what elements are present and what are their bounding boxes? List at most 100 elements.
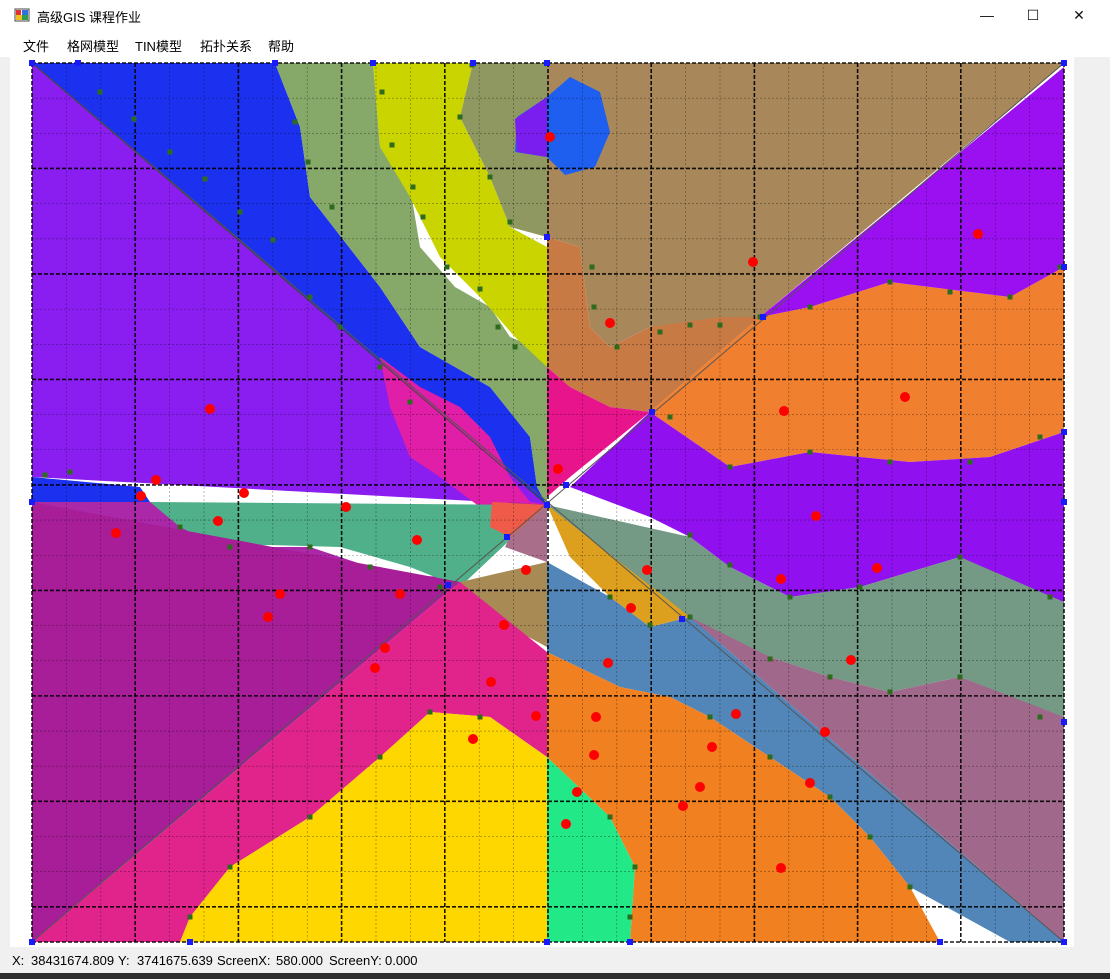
contour-node — [437, 584, 443, 590]
sample-point — [213, 516, 223, 526]
sample-point — [731, 709, 741, 719]
tin-vertex — [29, 60, 35, 66]
tin-vertex — [75, 60, 81, 66]
contour-node — [507, 219, 513, 225]
menu-grid-model[interactable]: 格网模型 — [67, 36, 119, 55]
contour-node — [707, 714, 713, 720]
menu-file[interactable]: 文件 — [23, 36, 49, 55]
contour-node — [727, 464, 733, 470]
contour-node — [1037, 434, 1043, 440]
contour-node — [787, 594, 793, 600]
menu-topology[interactable]: 拓扑关系 — [200, 36, 252, 55]
tin-vertex — [29, 939, 35, 945]
sample-point — [531, 711, 541, 721]
contour-node — [947, 289, 953, 295]
tin-vertex — [1061, 719, 1067, 725]
contour-node — [97, 89, 103, 95]
contour-node — [42, 472, 48, 478]
contour-node — [307, 294, 313, 300]
tin-vertex — [1061, 499, 1067, 505]
sample-point — [561, 819, 571, 829]
status-screenx-value: 580.000 — [276, 953, 323, 968]
contour-node — [727, 562, 733, 568]
taskbar-strip — [0, 973, 1110, 979]
contour-node — [887, 689, 893, 695]
sample-point — [205, 404, 215, 414]
contour-node — [614, 344, 620, 350]
status-screenx-label: ScreenX: — [217, 953, 271, 968]
contour-node — [589, 264, 595, 270]
menu-tin-model[interactable]: TIN模型 — [135, 36, 182, 55]
contour-node — [957, 554, 963, 560]
close-button[interactable]: ✕ — [1056, 0, 1102, 30]
menu-help[interactable]: 帮助 — [268, 36, 294, 55]
sample-point — [486, 677, 496, 687]
tin-vertex — [1061, 60, 1067, 66]
tin-vertex — [470, 60, 476, 66]
sample-point — [111, 528, 121, 538]
tin-vertex — [544, 939, 550, 945]
contour-node — [967, 459, 973, 465]
tin-vertex — [679, 616, 685, 622]
contour-node — [292, 119, 298, 125]
contour-node — [717, 322, 723, 328]
sample-point — [805, 778, 815, 788]
sample-point — [136, 491, 146, 501]
tin-vertex — [29, 499, 35, 505]
contour-node — [420, 214, 426, 220]
contour-node — [647, 622, 653, 628]
sample-point — [468, 734, 478, 744]
status-y-value: 3741675.639 — [137, 953, 213, 968]
sample-point — [341, 502, 351, 512]
tin-vertex — [1061, 429, 1067, 435]
tin-vertex — [445, 582, 451, 588]
contour-node — [907, 884, 913, 890]
contour-node — [632, 864, 638, 870]
sample-point — [412, 535, 422, 545]
contour-node — [377, 364, 383, 370]
tin-vertex — [1061, 264, 1067, 270]
contour-node — [305, 159, 311, 165]
sample-point — [872, 563, 882, 573]
contour-node — [187, 914, 193, 920]
contour-node — [377, 754, 383, 760]
sample-point — [151, 475, 161, 485]
sample-point — [591, 712, 601, 722]
sample-point — [603, 658, 613, 668]
tin-vertex — [563, 482, 569, 488]
sample-point — [779, 406, 789, 416]
sample-point — [380, 643, 390, 653]
contour-node — [827, 794, 833, 800]
tin-vertex — [504, 534, 510, 540]
tin-vertex — [544, 234, 550, 240]
contour-node — [807, 449, 813, 455]
contour-node — [1037, 714, 1043, 720]
status-screeny-value: 0.000 — [385, 953, 418, 968]
sample-point — [553, 464, 563, 474]
sample-point — [275, 589, 285, 599]
status-screeny-label: ScreenY: — [329, 953, 382, 968]
right-margin — [1088, 57, 1110, 947]
contour-node — [477, 714, 483, 720]
contour-node — [270, 237, 276, 243]
sample-point — [973, 229, 983, 239]
title-bar: 高级GIS 课程作业 — ☐ ✕ — [0, 0, 1110, 30]
sample-point — [589, 750, 599, 760]
map-svg[interactable] — [10, 57, 1074, 947]
sample-point — [626, 603, 636, 613]
contour-node — [827, 674, 833, 680]
maximize-button[interactable]: ☐ — [1010, 0, 1056, 30]
sample-point — [900, 392, 910, 402]
sample-point — [572, 787, 582, 797]
tin-vertex — [187, 939, 193, 945]
contour-node — [1047, 594, 1053, 600]
sample-point — [748, 257, 758, 267]
map-canvas[interactable] — [10, 57, 1074, 947]
contour-node — [591, 304, 597, 310]
minimize-button[interactable]: — — [964, 0, 1010, 30]
sample-point — [776, 574, 786, 584]
contour-node — [379, 89, 385, 95]
contour-node — [307, 544, 313, 550]
tin-vertex — [649, 409, 655, 415]
contour-node — [407, 399, 413, 405]
